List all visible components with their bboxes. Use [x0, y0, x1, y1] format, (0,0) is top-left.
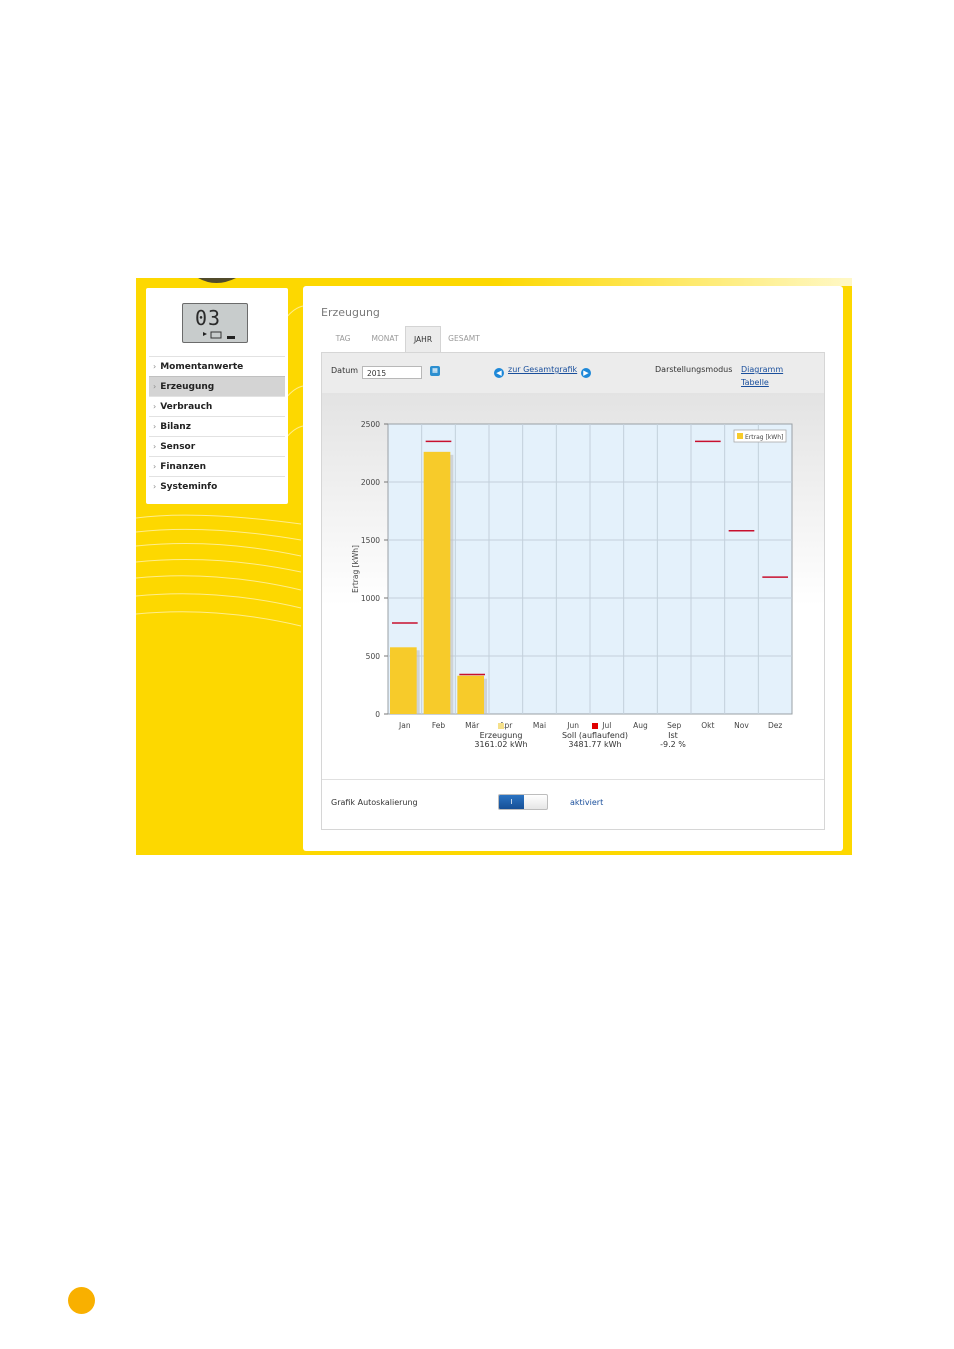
sidebar-item-label: Verbrauch: [160, 402, 213, 412]
sidebar-nav: › Momentanwerte › Erzeugung › Verbrauch › Bi…: [149, 356, 285, 496]
mode-diagram-link[interactable]: Diagramm: [741, 365, 783, 374]
summary-value: -9.2 %: [660, 740, 686, 749]
x-tick-label: Okt: [701, 721, 714, 730]
legend-swatch: [737, 433, 743, 439]
calendar-icon[interactable]: ▦: [430, 366, 440, 376]
sidebar-item-erzeugung[interactable]: › Erzeugung: [149, 376, 285, 396]
autoscale-label: Grafik Autoskalierung: [331, 798, 418, 807]
app-frame: 03 › Momentanwerte › Erzeugung › Verbrauch …: [136, 278, 852, 855]
chevron-right-icon: ›: [153, 482, 157, 491]
sidebar-item-label: Bilanz: [160, 422, 191, 432]
date-label: Datum: [331, 366, 359, 375]
date-input[interactable]: 2015: [362, 366, 422, 379]
toggle-on-indicator: I: [499, 795, 524, 809]
main-panel: Erzeugung TAG MONAT JAHR GESAMT Datum 20…: [303, 286, 843, 851]
chart-area: 0 500 1000 1500 2000 2500 Jan Feb Mär Apr Mai Jun Ju…: [322, 393, 824, 779]
chevron-right-icon: ›: [153, 442, 157, 451]
sidebar-item-momentanwerte[interactable]: › Momentanwerte: [149, 356, 285, 376]
tab-monat[interactable]: MONAT: [365, 326, 405, 352]
display-mode-label: Darstellungsmodus: [655, 365, 733, 374]
sidebar-item-label: Momentanwerte: [160, 362, 244, 372]
y-tick-label: 500: [366, 652, 381, 661]
y-tick-label: 0: [375, 710, 380, 719]
summary-erzeugung: Erzeugung 3161.02 kWh: [466, 723, 536, 749]
y-tick-label: 1500: [361, 536, 380, 545]
summary-swatch: [592, 723, 598, 729]
chevron-right-icon: ›: [153, 362, 157, 371]
x-tick-label: Sep: [667, 721, 681, 730]
lcd-display: 03: [182, 303, 248, 343]
summary-value: 3161.02 kWh: [474, 740, 528, 749]
y-tick-label: 1000: [361, 594, 380, 603]
chevron-right-icon: ›: [153, 422, 157, 431]
summary-label: Soll (auflaufend): [561, 731, 629, 740]
sidebar: 03 › Momentanwerte › Erzeugung › Verbrauch …: [146, 288, 288, 504]
autoscale-toggle[interactable]: I: [498, 794, 548, 810]
sidebar-item-bilanz[interactable]: › Bilanz: [149, 416, 285, 436]
content-panel: Datum 2015 ▦ ◀ zur Gesamtgrafik ▶ Darste…: [321, 352, 825, 830]
divider: [322, 779, 824, 780]
summary-soll: Soll (auflaufend) 3481.77 kWh: [548, 723, 642, 749]
sidebar-item-verbrauch[interactable]: › Verbrauch: [149, 396, 285, 416]
page-title: Erzeugung: [321, 306, 380, 319]
summary-swatch: [498, 723, 504, 729]
bar-erzeugung: [390, 647, 417, 714]
sidebar-item-label: Systeminfo: [160, 482, 218, 492]
tab-bar: TAG MONAT JAHR GESAMT: [321, 326, 825, 352]
sidebar-item-label: Sensor: [160, 442, 196, 452]
chevron-right-icon: ›: [153, 462, 157, 471]
x-tick-label: Nov: [734, 721, 749, 730]
toolbar: Datum 2015 ▦ ◀ zur Gesamtgrafik ▶ Darste…: [322, 353, 824, 394]
sidebar-item-systeminfo[interactable]: › Systeminfo: [149, 476, 285, 496]
sidebar-item-sensor[interactable]: › Sensor: [149, 436, 285, 456]
summary-value: 3481.77 kWh: [568, 740, 622, 749]
legend-label: Ertrag [kWh]: [745, 434, 783, 441]
overview-link[interactable]: zur Gesamtgrafik: [508, 365, 577, 374]
bar-erzeugung: [423, 451, 451, 714]
chevron-right-icon: ›: [153, 402, 157, 411]
sidebar-item-label: Erzeugung: [160, 382, 215, 392]
lcd-segments-icon: [203, 331, 235, 339]
autoscale-state: aktiviert: [570, 798, 604, 807]
next-arrow-icon[interactable]: ▶: [581, 368, 591, 378]
y-tick-label: 2000: [361, 478, 380, 487]
sidebar-item-label: Finanzen: [160, 462, 207, 472]
yield-chart: 05001000150020002500Jan Feb Mär Apr Mai Jun Ju…: [351, 420, 793, 730]
summary-ist: Ist -9.2 %: [648, 731, 698, 749]
tab-gesamt[interactable]: GESAMT: [441, 326, 487, 352]
x-tick-label: Jan: [398, 721, 411, 730]
sidebar-item-finanzen[interactable]: › Finanzen: [149, 456, 285, 476]
summary-label: Ist: [668, 731, 678, 740]
y-axis-label: Ertrag [kWh]: [351, 545, 360, 593]
tab-tag[interactable]: TAG: [321, 326, 365, 352]
summary-label: Erzeugung: [479, 731, 523, 740]
y-tick-label: 2500: [361, 420, 380, 429]
bar-erzeugung: [457, 675, 484, 714]
x-tick-label: Feb: [432, 721, 446, 730]
page-marker-dot: [68, 1287, 95, 1314]
mode-table-link[interactable]: Tabelle: [741, 378, 769, 387]
tab-jahr[interactable]: JAHR: [405, 326, 441, 352]
previous-arrow-icon[interactable]: ◀: [494, 368, 504, 378]
x-tick-label: Dez: [768, 721, 782, 730]
chevron-right-icon: ›: [153, 382, 157, 391]
